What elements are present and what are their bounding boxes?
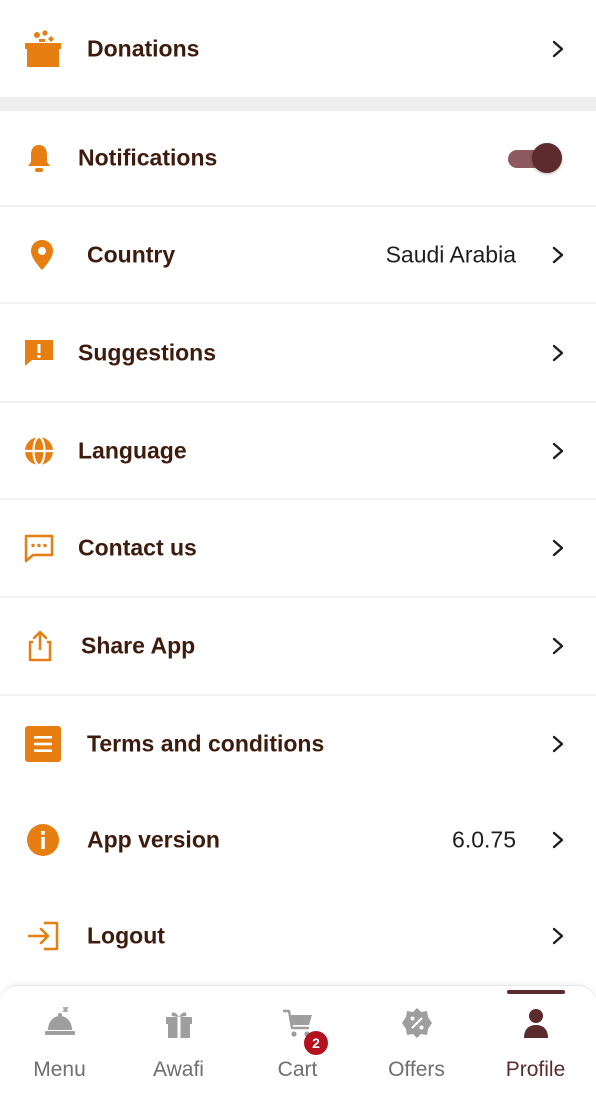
chevron-right-icon bbox=[552, 735, 564, 753]
language-label: Language bbox=[78, 437, 187, 463]
chevron-right-icon bbox=[552, 831, 564, 849]
tab-offers[interactable]: Offers bbox=[357, 986, 476, 1096]
location-pin-icon bbox=[30, 239, 54, 271]
suggestions-label: Suggestions bbox=[78, 339, 217, 365]
share-icon bbox=[28, 630, 52, 662]
bottom-tab-bar: Menu Awafi 2 Cart Offers Profile bbox=[0, 985, 596, 1096]
tab-profile-label: Profile bbox=[505, 1058, 566, 1081]
version-label: App version bbox=[87, 826, 220, 853]
info-icon bbox=[26, 823, 60, 857]
gift-icon bbox=[162, 1006, 196, 1040]
share-row[interactable]: Share App bbox=[0, 598, 596, 694]
cloche-icon bbox=[43, 1006, 77, 1040]
contact-label: Contact us bbox=[78, 534, 197, 561]
chevron-right-icon bbox=[552, 246, 564, 263]
terms-row[interactable]: Terms and conditions bbox=[0, 696, 596, 792]
terms-label: Terms and conditions bbox=[87, 730, 325, 757]
logout-row[interactable]: Logout bbox=[0, 888, 596, 984]
globe-icon bbox=[24, 435, 54, 466]
version-row[interactable]: App version 6.0.75 bbox=[0, 792, 596, 888]
logout-label: Logout bbox=[87, 922, 165, 949]
bell-icon bbox=[26, 143, 52, 173]
version-value: 6.0.75 bbox=[452, 826, 516, 853]
tab-menu[interactable]: Menu bbox=[0, 986, 119, 1096]
suggestions-row[interactable]: Suggestions bbox=[0, 304, 596, 401]
active-tab-indicator bbox=[506, 990, 565, 994]
toggle-knob bbox=[532, 143, 562, 173]
feedback-icon bbox=[24, 338, 54, 368]
donations-label: Donations bbox=[87, 35, 200, 61]
chevron-right-icon bbox=[552, 539, 564, 557]
person-icon bbox=[519, 1006, 553, 1040]
share-label: Share App bbox=[81, 632, 196, 659]
donation-box-icon bbox=[24, 29, 62, 69]
chevron-right-icon bbox=[552, 637, 564, 655]
tab-awafi-label: Awafi bbox=[153, 1058, 204, 1081]
notifications-label: Notifications bbox=[78, 144, 218, 171]
tab-cart-label: Cart bbox=[277, 1058, 318, 1081]
tab-cart[interactable]: 2 Cart bbox=[238, 986, 357, 1096]
contact-row[interactable]: Contact us bbox=[0, 500, 596, 596]
country-value: Saudi Arabia bbox=[385, 241, 516, 267]
language-row[interactable]: Language bbox=[0, 403, 596, 498]
tab-profile[interactable]: Profile bbox=[476, 986, 595, 1096]
notifications-row: Notifications bbox=[0, 111, 596, 205]
country-row[interactable]: Country Saudi Arabia bbox=[0, 207, 596, 302]
tab-awafi[interactable]: Awafi bbox=[119, 986, 238, 1096]
notifications-toggle[interactable] bbox=[508, 142, 562, 174]
tab-offers-label: Offers bbox=[388, 1058, 445, 1081]
chevron-right-icon bbox=[552, 442, 564, 459]
chevron-right-icon bbox=[552, 344, 564, 361]
percent-badge-icon bbox=[400, 1006, 434, 1040]
cart-count-badge: 2 bbox=[304, 1031, 328, 1055]
country-label: Country bbox=[87, 241, 176, 267]
chevron-right-icon bbox=[552, 40, 564, 57]
document-list-icon bbox=[24, 725, 62, 763]
chevron-right-icon bbox=[552, 927, 564, 945]
section-separator bbox=[0, 97, 596, 111]
tab-menu-label: Menu bbox=[33, 1058, 86, 1081]
logout-icon bbox=[26, 921, 60, 951]
donations-row[interactable]: Donations bbox=[0, 0, 596, 97]
chat-icon bbox=[24, 533, 54, 563]
